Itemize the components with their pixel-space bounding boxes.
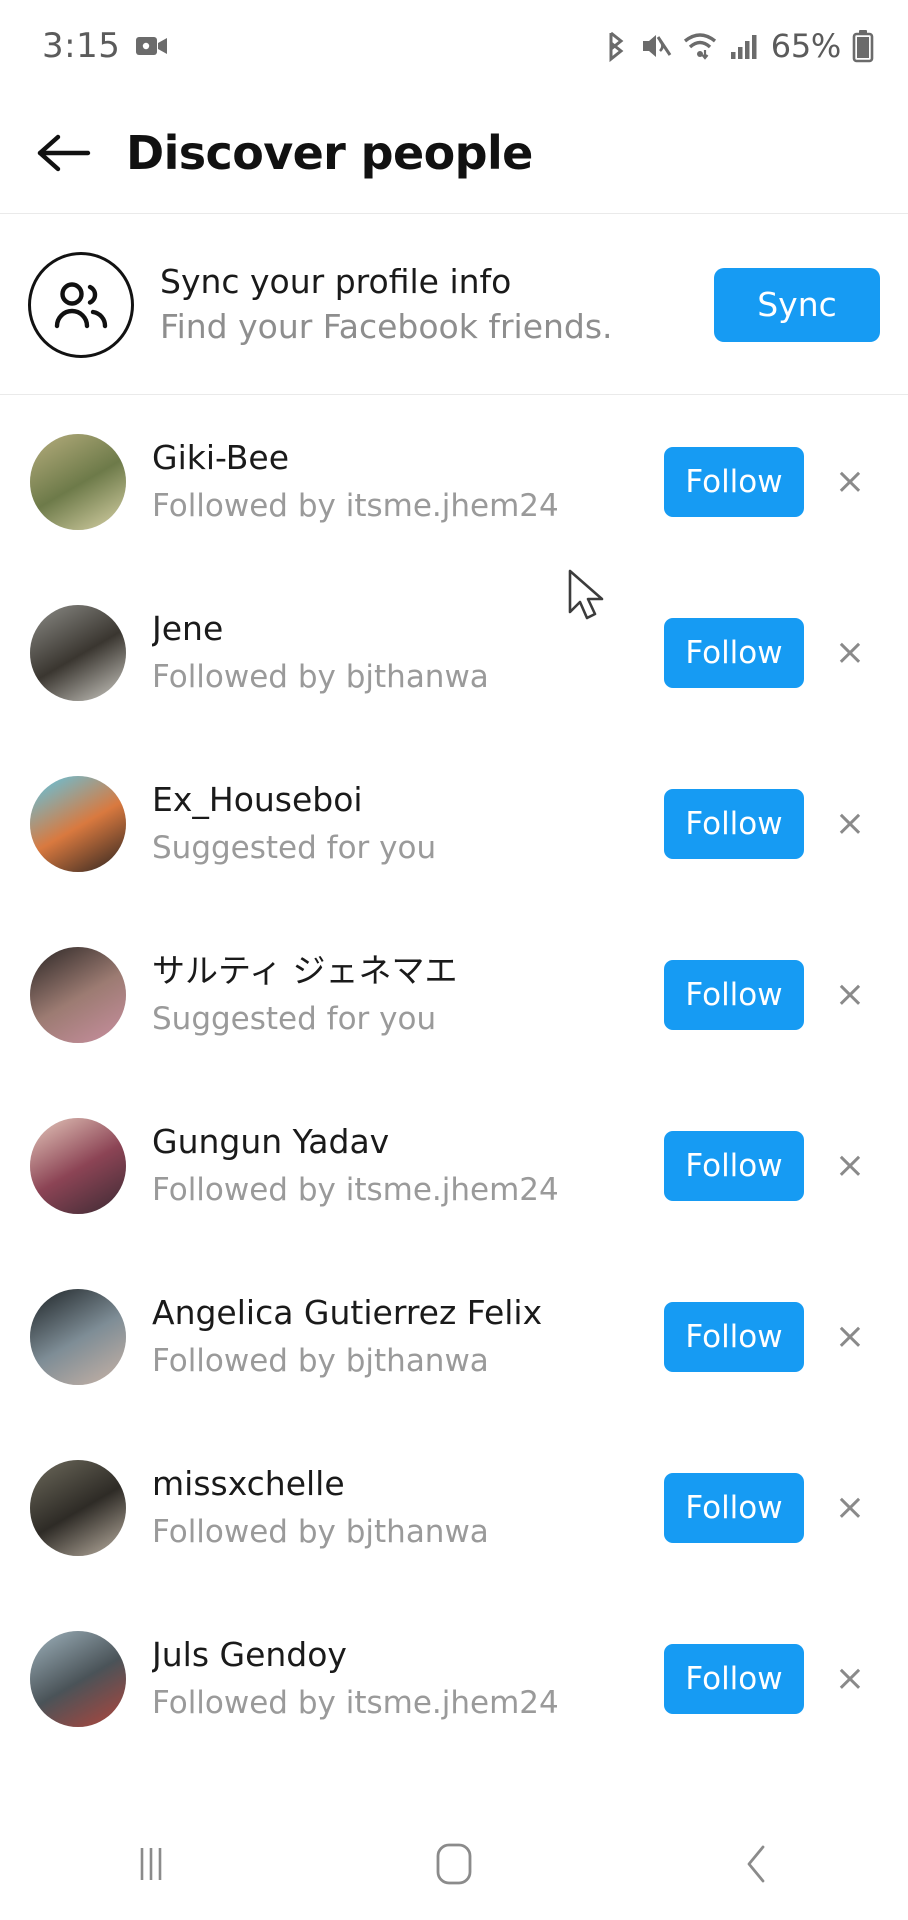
dismiss-button[interactable]: × — [816, 619, 884, 687]
suggestion-row[interactable]: Gungun Yadav Followed by itsme.jhem24 Foll… — [0, 1080, 908, 1251]
suggestion-text-block: Jene Followed by bjthanwa — [152, 608, 664, 697]
status-clock: 3:15 — [42, 26, 121, 66]
suggestion-subtitle: Followed by bjthanwa — [152, 1342, 489, 1379]
suggestion-subtitle: Followed by itsme.jhem24 — [152, 487, 559, 524]
avatar-image — [30, 1630, 126, 1727]
follow-button[interactable]: Follow — [664, 959, 804, 1030]
suggestion-row[interactable]: Angelica Gutierrez Felix Followed by bjth… — [0, 1251, 908, 1422]
suggestion-name: Angelica Gutierrez Felix — [152, 1292, 543, 1332]
follow-button[interactable]: Follow — [664, 617, 804, 688]
dismiss-button[interactable]: × — [816, 1645, 884, 1713]
dismiss-button[interactable]: × — [816, 790, 884, 858]
avatar-image — [30, 1288, 126, 1385]
suggestion-name: missxchelle — [152, 1463, 345, 1503]
avatar-image — [30, 1459, 126, 1556]
suggestion-row[interactable]: Ex_Houseboi Suggested for you Follow × — [0, 738, 908, 909]
video-recording-icon — [136, 34, 168, 58]
suggestion-text-block: Ex_Houseboi Suggested for you — [152, 779, 664, 868]
dismiss-button[interactable]: × — [816, 1474, 884, 1542]
suggestion-subtitle: Followed by itsme.jhem24 — [152, 1171, 559, 1208]
avatar[interactable] — [30, 1630, 126, 1727]
follow-button[interactable]: Follow — [664, 1643, 804, 1714]
status-bar-right: 65% — [603, 27, 874, 65]
avatar-image — [30, 1117, 126, 1214]
suggestion-name: Gungun Yadav — [152, 1121, 390, 1161]
suggestion-subtitle: Suggested for you — [152, 829, 437, 866]
suggestion-row[interactable]: サルティ ジェネマエ Suggested for you Follow × — [0, 909, 908, 1080]
follow-button[interactable]: Follow — [664, 1130, 804, 1201]
suggestion-row[interactable]: Jene Followed by bjthanwa Follow × — [0, 567, 908, 738]
follow-button[interactable]: Follow — [664, 446, 804, 517]
nav-back-button[interactable] — [687, 1816, 827, 1912]
suggestion-text-block: Gungun Yadav Followed by itsme.jhem24 — [152, 1121, 664, 1210]
suggestion-name: Juls Gendoy — [152, 1634, 347, 1674]
avatar-image — [30, 775, 126, 872]
suggestion-text-block: Angelica Gutierrez Felix Followed by bjth… — [152, 1292, 664, 1381]
dismiss-button[interactable]: × — [816, 448, 884, 516]
status-bar: 3:15 65% — [0, 0, 908, 92]
battery-icon — [852, 29, 874, 63]
sync-title: Sync your profile info — [160, 261, 512, 301]
avatar[interactable] — [30, 775, 126, 872]
avatar-image — [30, 604, 126, 701]
suggestion-row[interactable]: Juls Gendoy Followed by itsme.jhem24 Follo… — [0, 1593, 908, 1764]
cellular-signal-icon — [730, 32, 760, 60]
follow-button[interactable]: Follow — [664, 1472, 804, 1543]
dismiss-button[interactable]: × — [816, 1132, 884, 1200]
suggestion-name: サルティ ジェネマエ — [152, 950, 458, 990]
suggestion-text-block: Giki-Bee Followed by itsme.jhem24 — [152, 437, 664, 526]
home-icon — [432, 1841, 476, 1887]
suggestion-subtitle: Followed by bjthanwa — [152, 658, 489, 695]
recents-icon — [134, 1842, 168, 1886]
sync-subtitle: Find your Facebook friends. — [160, 307, 613, 346]
back-arrow-icon — [36, 132, 92, 174]
suggestion-text-block: missxchelle Followed by bjthanwa — [152, 1463, 664, 1552]
status-bar-left: 3:15 — [42, 26, 168, 66]
app-bar: Discover people — [0, 92, 908, 214]
suggestion-row[interactable]: missxchelle Followed by bjthanwa Follow × — [0, 1422, 908, 1593]
android-nav-bar — [0, 1808, 908, 1920]
suggestion-list: Giki-Bee Followed by itsme.jhem24 Follow × J… — [0, 396, 908, 1764]
dismiss-button[interactable]: × — [816, 961, 884, 1029]
phone-screen: 3:15 65% Discover people Sync your profi… — [0, 0, 908, 1920]
sync-button[interactable]: Sync — [714, 267, 880, 342]
avatar-image — [30, 946, 126, 1043]
suggestion-subtitle: Suggested for you — [152, 1000, 437, 1037]
avatar[interactable] — [30, 604, 126, 701]
avatar[interactable] — [30, 946, 126, 1043]
suggestion-name: Ex_Houseboi — [152, 779, 363, 819]
wifi-icon — [683, 31, 719, 61]
battery-percent-label: 65% — [770, 27, 842, 65]
sync-avatar — [28, 251, 134, 358]
follow-button[interactable]: Follow — [664, 1301, 804, 1372]
avatar[interactable] — [30, 433, 126, 530]
dismiss-button[interactable]: × — [816, 1303, 884, 1371]
home-button[interactable] — [384, 1816, 524, 1912]
suggestion-name: Giki-Bee — [152, 437, 289, 477]
suggestion-text-block: サルティ ジェネマエ Suggested for you — [152, 950, 664, 1039]
mute-icon — [640, 31, 672, 61]
suggestion-name: Jene — [152, 608, 224, 648]
sync-text-block: Sync your profile info Find your Faceboo… — [160, 261, 714, 348]
suggestion-subtitle: Followed by bjthanwa — [152, 1513, 489, 1550]
suggestion-subtitle: Followed by itsme.jhem24 — [152, 1684, 559, 1721]
avatar[interactable] — [30, 1288, 126, 1385]
back-icon — [741, 1841, 773, 1887]
page-title: Discover people — [126, 125, 533, 180]
people-icon — [50, 279, 112, 331]
suggestion-text-block: Juls Gendoy Followed by itsme.jhem24 — [152, 1634, 664, 1723]
back-arrow-button[interactable] — [28, 117, 100, 189]
avatar[interactable] — [30, 1459, 126, 1556]
follow-button[interactable]: Follow — [664, 788, 804, 859]
suggestion-row[interactable]: Giki-Bee Followed by itsme.jhem24 Follow × — [0, 396, 908, 567]
recents-button[interactable] — [81, 1816, 221, 1912]
bluetooth-icon — [603, 29, 629, 63]
avatar[interactable] — [30, 1117, 126, 1214]
sync-profile-banner[interactable]: Sync your profile info Find your Faceboo… — [0, 215, 908, 395]
avatar-image — [30, 433, 126, 530]
